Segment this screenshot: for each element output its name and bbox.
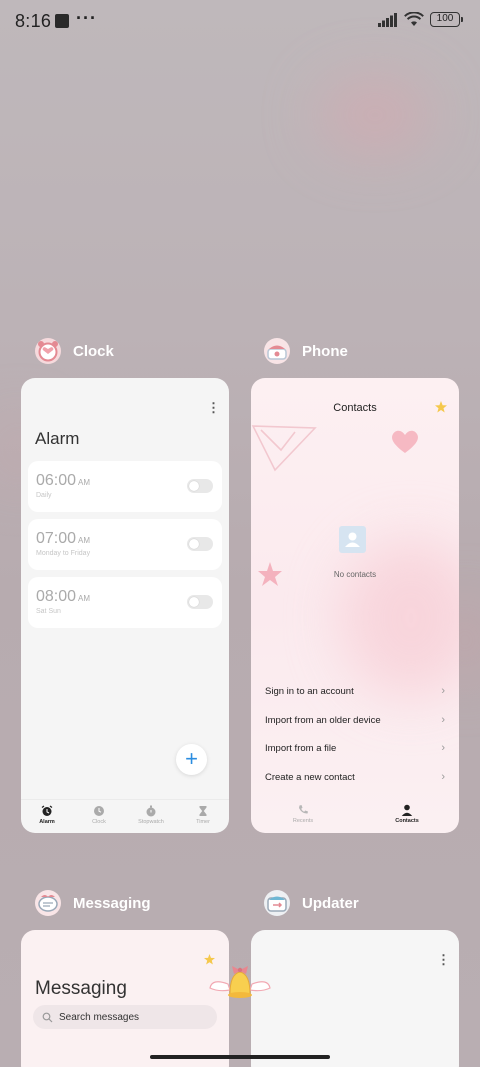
empty-state-text: No contacts xyxy=(333,570,377,579)
tab-clock[interactable]: Clock xyxy=(73,800,125,833)
wallpaper-blob xyxy=(320,80,430,150)
page-title: Alarm xyxy=(35,429,80,448)
alarm-item[interactable]: 08:00 AM Sat Sun xyxy=(28,577,222,628)
phone-tab-bar: Recents Contacts xyxy=(251,799,459,833)
chevron-right-icon: › xyxy=(441,714,445,726)
alarm-time: 07:00 AM xyxy=(36,530,91,547)
phone-app-card[interactable]: Contacts No contacts Sign in to an accou… xyxy=(251,378,459,833)
alarm-toggle[interactable] xyxy=(187,537,213,551)
alarm-repeat: Sat Sun xyxy=(36,608,61,615)
alarm-repeat: Monday to Friday xyxy=(36,550,91,557)
app-header-phone[interactable]: Phone xyxy=(264,338,348,364)
person-icon xyxy=(401,804,413,816)
tab-contacts[interactable]: Contacts xyxy=(355,799,459,833)
tab-stopwatch[interactable]: Stopwatch xyxy=(125,800,177,833)
alarm-toggle[interactable] xyxy=(187,479,213,493)
page-title: Messaging xyxy=(35,978,127,999)
app-header-messaging[interactable]: Messaging xyxy=(35,890,151,916)
more-notifications-icon: ··· xyxy=(76,8,97,28)
app-title-clock: Clock xyxy=(73,342,114,360)
phone-handset-icon xyxy=(299,805,308,814)
chevron-right-icon: › xyxy=(441,771,445,783)
messaging-icon xyxy=(35,890,61,916)
wing-decoration-icon xyxy=(251,425,317,472)
search-input[interactable]: Search messages xyxy=(33,1005,217,1029)
search-icon xyxy=(42,1012,53,1022)
chevron-right-icon: › xyxy=(441,685,445,697)
app-title-updater: Updater xyxy=(302,894,359,912)
page-title: Contacts xyxy=(333,402,377,414)
sign-in-account-button[interactable]: Sign in to an account › xyxy=(265,685,445,697)
chevron-right-icon: › xyxy=(441,742,445,754)
alarm-time: 06:00 AM xyxy=(36,472,91,489)
app-title-messaging: Messaging xyxy=(73,894,151,912)
hourglass-icon xyxy=(199,806,207,816)
app-title-phone: Phone xyxy=(302,342,348,360)
clock-tab-bar: Alarm Clock Stopwatch Timer xyxy=(21,799,229,833)
heart-decoration-icon xyxy=(392,430,418,453)
home-indicator[interactable] xyxy=(150,1055,330,1059)
import-file-button[interactable]: Import from a file › xyxy=(265,742,445,754)
phone-icon xyxy=(264,338,290,364)
alarm-repeat: Daily xyxy=(36,492,52,499)
alarm-icon xyxy=(41,805,53,816)
bell-wings-decoration-icon xyxy=(209,966,271,998)
updater-icon xyxy=(264,890,290,916)
add-alarm-button[interactable]: + xyxy=(176,744,207,775)
more-options-icon[interactable]: ⋮ xyxy=(437,952,450,968)
alarm-toggle[interactable] xyxy=(187,595,213,609)
decor-blob xyxy=(341,538,459,698)
notification-icon xyxy=(55,14,69,28)
updater-app-card[interactable]: ⋮ xyxy=(251,930,459,1067)
import-older-device-button[interactable]: Import from an older device › xyxy=(265,714,445,726)
tab-alarm[interactable]: Alarm xyxy=(21,800,73,833)
alarm-clock-icon xyxy=(35,338,61,364)
app-header-updater[interactable]: Updater xyxy=(264,890,359,916)
signal-icon xyxy=(378,12,397,27)
alarm-time: 08:00 AM xyxy=(36,588,91,605)
clock-icon xyxy=(94,806,104,816)
create-contact-button[interactable]: Create a new contact › xyxy=(265,771,445,783)
more-options-icon[interactable]: ⋮ xyxy=(207,400,220,416)
messaging-app-card[interactable]: Messaging Search messages xyxy=(21,930,229,1067)
search-placeholder: Search messages xyxy=(59,1011,140,1023)
tab-timer[interactable]: Timer xyxy=(177,800,229,833)
tab-recents[interactable]: Recents xyxy=(251,799,355,833)
clock-app-card[interactable]: ⋮ Alarm 06:00 AM Daily 07:00 AM Monday to … xyxy=(21,378,229,833)
status-time: 8:16 xyxy=(15,11,52,31)
battery-icon: 100 xyxy=(430,12,463,27)
alarm-item[interactable]: 07:00 AM Monday to Friday xyxy=(28,519,222,570)
stopwatch-icon xyxy=(146,805,156,817)
wifi-icon xyxy=(404,12,424,26)
contact-placeholder-icon xyxy=(339,526,366,553)
app-header-clock[interactable]: Clock xyxy=(35,338,114,364)
status-bar: 8:16 ··· 100 xyxy=(0,0,480,44)
alarm-item[interactable]: 06:00 AM Daily xyxy=(28,461,222,512)
